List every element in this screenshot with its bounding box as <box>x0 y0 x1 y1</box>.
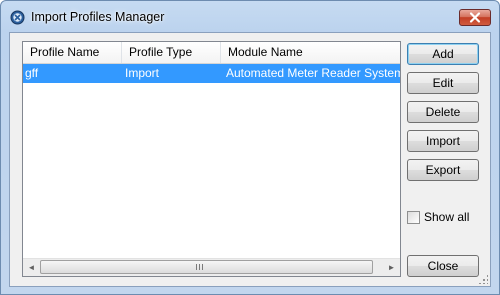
horizontal-scrollbar[interactable]: ◄ ► <box>23 258 400 276</box>
show-all-label[interactable]: Show all <box>424 210 469 224</box>
scroll-left-arrow-icon[interactable]: ◄ <box>23 259 40 276</box>
edit-button[interactable]: Edit <box>407 72 479 94</box>
close-button[interactable]: Close <box>407 255 479 277</box>
export-button[interactable]: Export <box>407 159 479 181</box>
scroll-right-arrow-icon[interactable]: ► <box>383 259 400 276</box>
profiles-manager-icon <box>10 10 25 25</box>
column-header-module-name[interactable]: Module Name <box>221 42 400 63</box>
import-button[interactable]: Import <box>407 130 479 152</box>
cell-module-name: Automated Meter Reader System Re <box>226 66 400 80</box>
column-header-profile-type[interactable]: Profile Type <box>122 42 221 63</box>
close-icon <box>469 12 481 23</box>
show-all-checkbox[interactable] <box>407 211 420 224</box>
table-row[interactable]: gff Import Automated Meter Reader System… <box>23 64 400 83</box>
add-button[interactable]: Add <box>407 43 479 65</box>
column-header-profile-name[interactable]: Profile Name <box>23 42 122 63</box>
grip-icon <box>196 264 204 270</box>
title-bar[interactable]: Import Profiles Manager <box>1 1 499 35</box>
delete-button[interactable]: Delete <box>407 101 479 123</box>
window-close-button[interactable] <box>459 9 491 26</box>
scrollbar-thumb[interactable] <box>40 260 373 274</box>
cell-profile-type: Import <box>125 66 160 80</box>
dialog-client-area: Profile Name Profile Type Module Name gf… <box>9 32 491 287</box>
profiles-list[interactable]: Profile Name Profile Type Module Name gf… <box>22 41 401 277</box>
window-title: Import Profiles Manager <box>31 10 165 24</box>
cell-profile-name: gff <box>25 66 39 80</box>
dialog-window: Import Profiles Manager Profile Name Pro… <box>0 0 500 295</box>
resize-grip-icon[interactable] <box>478 274 488 284</box>
list-header: Profile Name Profile Type Module Name <box>23 42 400 64</box>
